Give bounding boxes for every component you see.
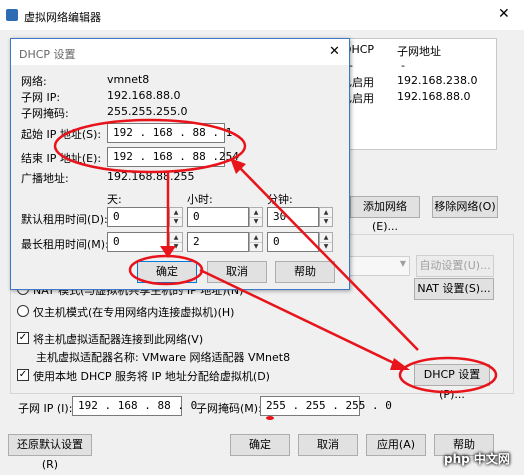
watermark-text: php 中文网 bbox=[444, 452, 510, 466]
highlight-ellipse-dhcp-ok bbox=[128, 254, 204, 286]
highlight-ellipse-ip-range bbox=[53, 118, 247, 174]
highlight-ellipse-dhcp-settings bbox=[398, 356, 498, 394]
arrow-dhcp-to-ip bbox=[230, 158, 419, 351]
arrow-ip-to-ok bbox=[160, 172, 176, 258]
annotation-overlay bbox=[53, 118, 498, 420]
highlight-dot bbox=[266, 416, 274, 420]
arrow-ok-to-dhcp bbox=[199, 268, 410, 370]
